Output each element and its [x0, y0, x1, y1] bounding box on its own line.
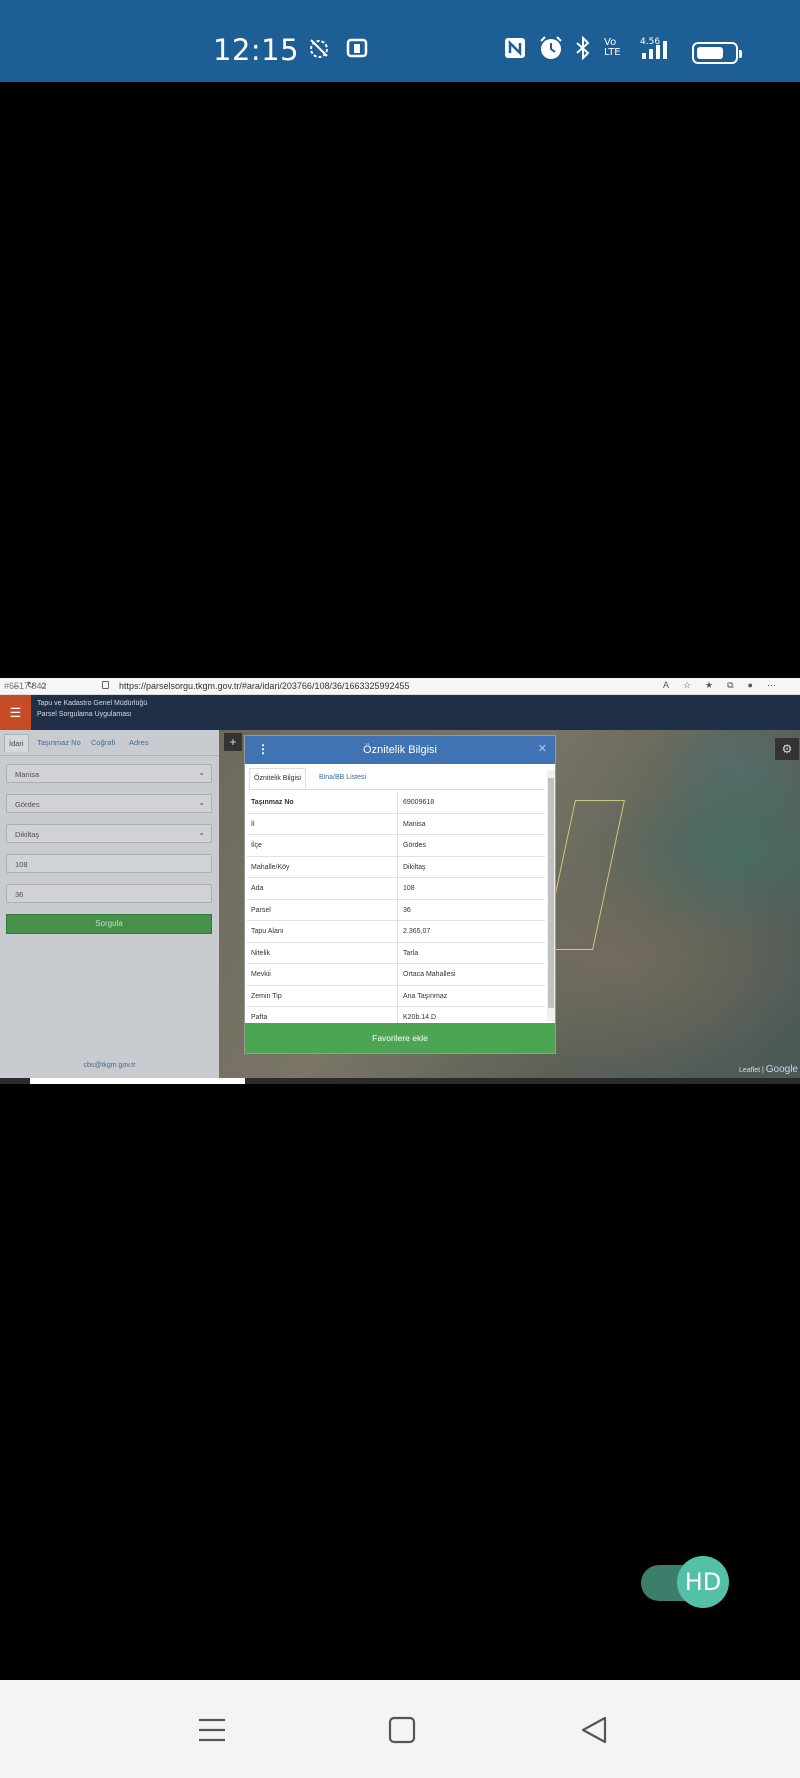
- table-row: Nitelik Tarla: [247, 942, 545, 964]
- hd-toggle[interactable]: HD: [641, 1556, 729, 1608]
- b-icon: [345, 36, 369, 60]
- add-to-favorites-button[interactable]: Favorilere ekle: [245, 1023, 555, 1053]
- bluetooth-icon: [573, 36, 593, 60]
- back-button[interactable]: [574, 1710, 614, 1750]
- system-navigation-bar: [0, 1680, 800, 1778]
- lock-icon: [102, 681, 109, 689]
- table-row: Mevkii Ortaca Mahallesi: [247, 964, 545, 986]
- zoom-in-button[interactable]: +: [224, 733, 242, 751]
- table-row: İlçe Gördes: [247, 835, 545, 857]
- table-row: İl Manisa: [247, 813, 545, 835]
- browser-toolbar-icons[interactable]: A☆★⧉●⋯: [663, 680, 790, 691]
- attribute-info-modal: ⋮ Öznitelik Bilgisi ✕ Öznitelik Bilgisi …: [244, 735, 556, 1054]
- tab-oznitelik-bilgisi[interactable]: Öznitelik Bilgisi: [249, 768, 307, 789]
- nfc-icon: [502, 36, 528, 60]
- url-text[interactable]: https://parselsorgu.tkgm.gov.tr/#ara/ida…: [119, 681, 410, 691]
- home-button[interactable]: [382, 1710, 422, 1750]
- query-side-panel: İdari Taşınmaz No Coğrafi Adres Manisa ⌄ …: [0, 730, 219, 1078]
- table-row: Ada 108: [247, 878, 545, 900]
- table-row: Tapu Alanı 2.365,07: [247, 921, 545, 943]
- modal-scrollbar[interactable]: [547, 770, 555, 1021]
- table-row: Parsel 36: [247, 899, 545, 921]
- bottom-strip: [0, 1078, 800, 1084]
- no-alarm-icon: [305, 36, 333, 60]
- map-attribution: Leaflet | Google: [739, 1064, 798, 1075]
- recent-apps-button[interactable]: [192, 1710, 232, 1750]
- modal-tabs: Öznitelik Bilgisi Bina/BB Listesi: [249, 768, 545, 790]
- close-icon[interactable]: ✕: [538, 742, 547, 755]
- hamburger-menu-icon[interactable]: ☰: [0, 695, 31, 730]
- status-time: 12:15: [213, 33, 300, 67]
- attribute-table: Taşınmaz No 69009618 İl Manisa İlçe Gördes …: [247, 792, 545, 1029]
- status-bar: 12:15 Vo LTE 4.56: [0, 0, 800, 82]
- volte-icon: Vo LTE: [604, 37, 621, 58]
- table-row: Mahalle/Köy Dikiltaş: [247, 856, 545, 878]
- browser-address-bar[interactable]: #6517 842 ←↻⌂ https://parselsorgu.tkgm.g…: [0, 678, 800, 695]
- video-frame: #6517 842 ←↻⌂ https://parselsorgu.tkgm.g…: [0, 678, 800, 1084]
- battery-icon: [692, 42, 742, 64]
- app-subtitle: Parsel Sorgulama Uygulaması: [37, 711, 132, 718]
- app-header: ☰ Tapu ve Kadastro Genel Müdürlüğü Parse…: [0, 695, 800, 730]
- table-row: Taşınmaz No 69009618: [247, 792, 545, 814]
- table-row: Zemin Tip Ana Taşınmaz: [247, 985, 545, 1007]
- tab-bina-bb-listesi[interactable]: Bina/BB Listesi: [319, 774, 366, 781]
- modal-title: Öznitelik Bilgisi: [363, 744, 437, 756]
- signal-icon: 4.56: [638, 36, 674, 60]
- nav-buttons[interactable]: ←↻⌂: [12, 680, 52, 691]
- org-title: Tapu ve Kadastro Genel Müdürlüğü: [37, 700, 148, 707]
- gear-icon[interactable]: ⚙: [775, 738, 799, 760]
- modal-header: ⋮ Öznitelik Bilgisi ✕: [245, 736, 555, 764]
- hd-label: HD: [677, 1556, 729, 1608]
- alarm-icon: [537, 36, 565, 60]
